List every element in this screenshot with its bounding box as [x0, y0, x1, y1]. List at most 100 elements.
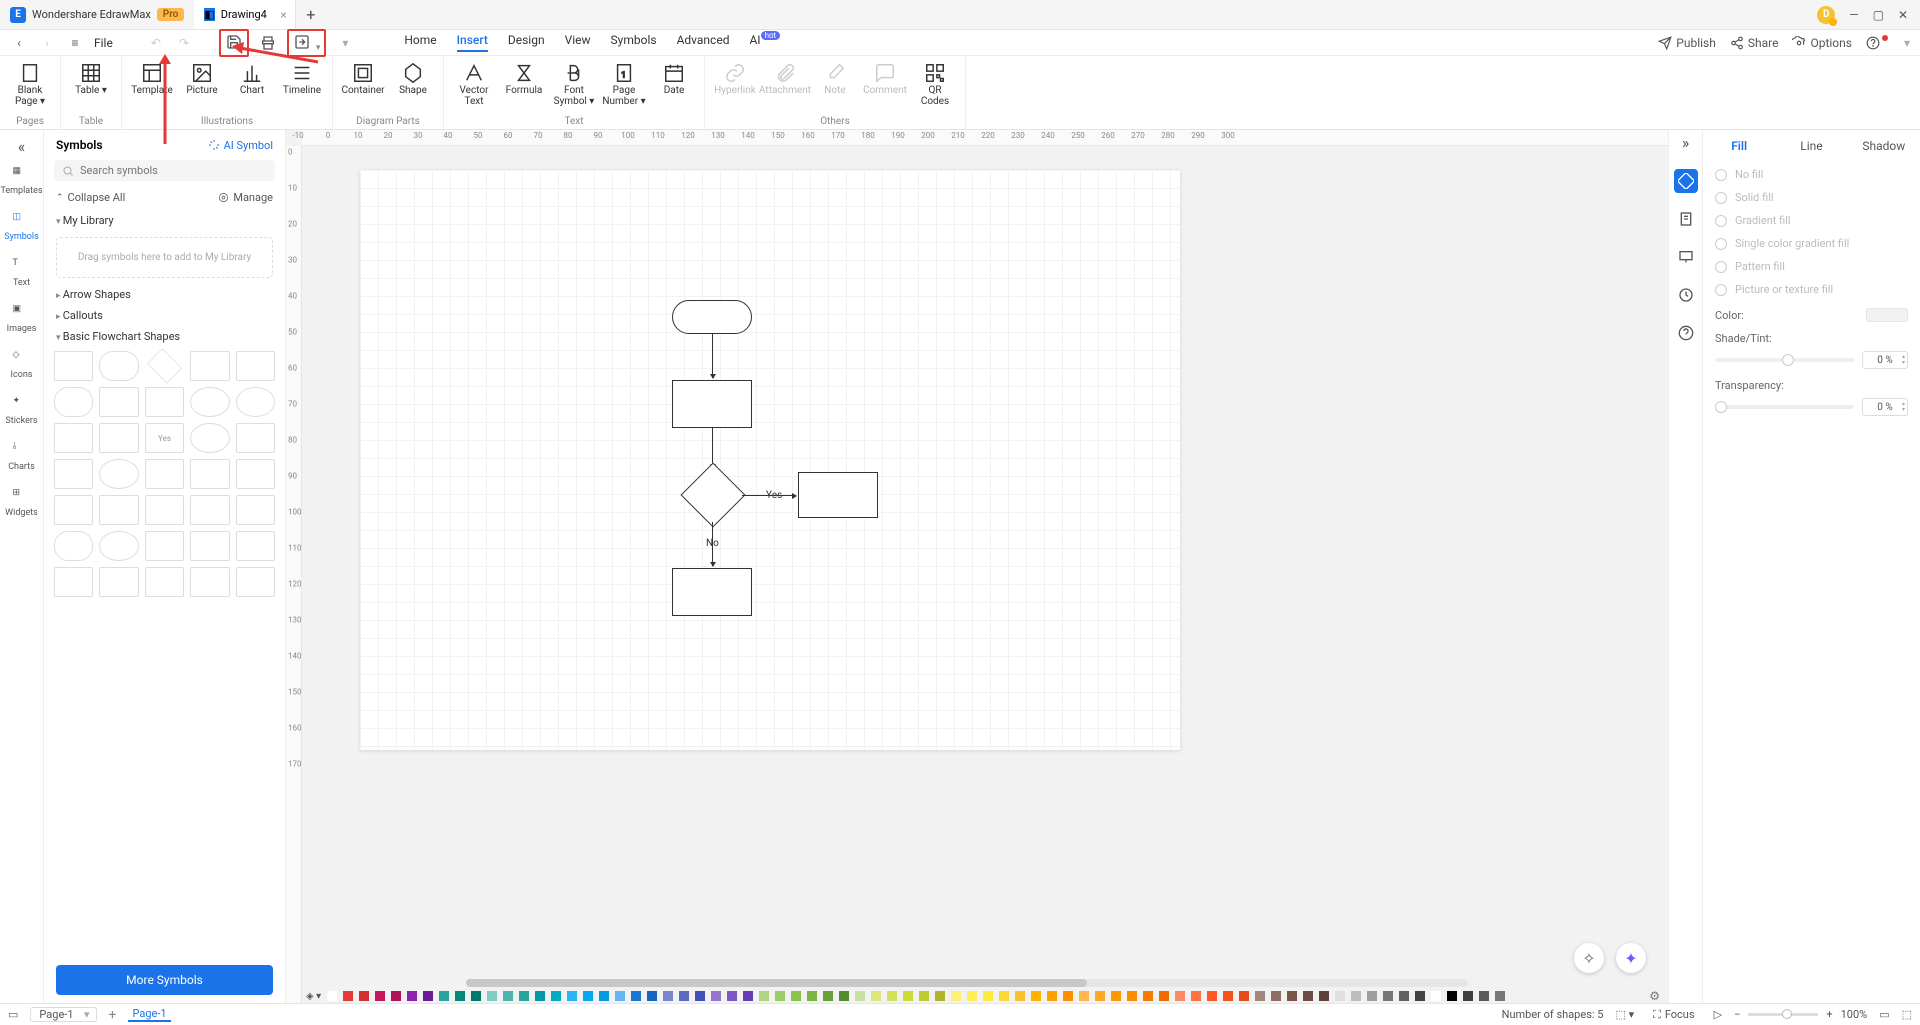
- palette-color[interactable]: [1415, 991, 1425, 1001]
- app-tab[interactable]: E Wondershare EdrawMax Pro: [0, 0, 194, 29]
- palette-color[interactable]: [1447, 991, 1457, 1001]
- collapse-all-button[interactable]: ⌃Collapse All: [56, 191, 125, 204]
- shape-process-right[interactable]: [798, 472, 878, 518]
- palette-color[interactable]: [503, 991, 513, 1001]
- symbol-search[interactable]: [54, 160, 275, 181]
- shape-process-1[interactable]: [672, 380, 752, 428]
- palette-color[interactable]: [1399, 991, 1409, 1001]
- new-tab-button[interactable]: +: [296, 5, 326, 24]
- palette-color[interactable]: [1319, 991, 1329, 1001]
- right-tab-style[interactable]: [1674, 169, 1698, 193]
- palette-color[interactable]: [1255, 991, 1265, 1001]
- tab-home[interactable]: Home: [404, 33, 436, 52]
- chevron-down-icon[interactable]: ▾: [1904, 36, 1910, 50]
- palette-color[interactable]: [583, 991, 593, 1001]
- zoom-slider[interactable]: [1748, 1013, 1818, 1016]
- user-avatar[interactable]: D: [1817, 6, 1835, 24]
- tab-insert[interactable]: Insert: [457, 33, 488, 52]
- ribbon-timeline[interactable]: Timeline: [278, 60, 326, 97]
- horizontal-scrollbar[interactable]: [466, 979, 1468, 987]
- file-menu[interactable]: File: [94, 36, 113, 50]
- palette-color[interactable]: [567, 991, 577, 1001]
- palette-color[interactable]: [423, 991, 433, 1001]
- rail-charts[interactable]: ⫰Charts: [0, 436, 43, 478]
- shade-slider[interactable]: [1715, 358, 1854, 362]
- palette-color[interactable]: [327, 991, 337, 1001]
- rail-stickers[interactable]: ✦Stickers: [0, 390, 43, 432]
- palette-color[interactable]: [1351, 991, 1361, 1001]
- symbol-cell[interactable]: [145, 459, 184, 489]
- section-my-library[interactable]: My Library: [44, 210, 285, 231]
- palette-color[interactable]: [535, 991, 545, 1001]
- ribbon-container[interactable]: Container: [339, 60, 387, 97]
- palette-color[interactable]: [471, 991, 481, 1001]
- manage-button[interactable]: Manage: [218, 191, 273, 204]
- save-button-highlighted[interactable]: [219, 29, 249, 57]
- prop-tab-shadow[interactable]: Shadow: [1848, 139, 1920, 153]
- ribbon-font-symbol[interactable]: FontSymbol ▾: [550, 60, 598, 107]
- rail-icons[interactable]: ◇Icons: [0, 344, 43, 386]
- symbol-cell[interactable]: [190, 459, 229, 489]
- symbol-cell[interactable]: [99, 567, 138, 597]
- section-callouts[interactable]: Callouts: [44, 305, 285, 326]
- palette-color[interactable]: [343, 991, 353, 1001]
- play-icon[interactable]: ▷: [1714, 1008, 1722, 1021]
- section-arrow-shapes[interactable]: Arrow Shapes: [44, 284, 285, 305]
- palette-color[interactable]: [1287, 991, 1297, 1001]
- palette-color[interactable]: [807, 991, 817, 1001]
- undo-icon[interactable]: ↶: [147, 34, 165, 52]
- symbol-cell[interactable]: [99, 495, 138, 525]
- symbol-cell[interactable]: [236, 351, 275, 381]
- palette-color[interactable]: [775, 991, 785, 1001]
- symbol-cell[interactable]: [236, 459, 275, 489]
- palette-color[interactable]: [615, 991, 625, 1001]
- ribbon-page-number[interactable]: 1PageNumber ▾: [600, 60, 648, 107]
- close-tab-icon[interactable]: ×: [280, 8, 286, 22]
- ribbon-qr-codes[interactable]: QRCodes: [911, 60, 959, 107]
- palette-color[interactable]: [1143, 991, 1153, 1001]
- connector[interactable]: [742, 495, 796, 496]
- fill-option-solid-fill[interactable]: Solid fill: [1715, 191, 1908, 204]
- tab-ai[interactable]: AIhot: [749, 33, 780, 52]
- redo-icon[interactable]: ↷: [175, 34, 193, 52]
- expand-right-icon[interactable]: «: [1682, 136, 1690, 155]
- tab-design[interactable]: Design: [508, 33, 545, 52]
- print-icon[interactable]: [259, 34, 277, 52]
- menu-icon[interactable]: ≡: [66, 34, 84, 52]
- add-page-button[interactable]: +: [109, 1007, 117, 1023]
- focus-button[interactable]: ⛶ Focus: [1646, 1007, 1701, 1023]
- symbol-cell[interactable]: [147, 348, 182, 383]
- layers-icon[interactable]: ⬚ ▾: [1615, 1008, 1634, 1021]
- fill-option-gradient-fill[interactable]: Gradient fill: [1715, 214, 1908, 227]
- palette-color[interactable]: [711, 991, 721, 1001]
- transparency-value[interactable]: 0 %: [1862, 398, 1908, 416]
- symbol-cell[interactable]: [145, 387, 184, 417]
- palette-color[interactable]: [727, 991, 737, 1001]
- my-library-dropzone[interactable]: Drag symbols here to add to My Library: [56, 237, 273, 278]
- palette-color[interactable]: [1479, 991, 1489, 1001]
- share-button[interactable]: Share: [1730, 36, 1779, 50]
- ribbon-picture[interactable]: Picture: [178, 60, 226, 97]
- symbol-cell[interactable]: [54, 495, 93, 525]
- symbol-cell[interactable]: [145, 495, 184, 525]
- symbol-cell[interactable]: [99, 351, 138, 381]
- tab-symbols[interactable]: Symbols: [611, 33, 657, 52]
- right-tab-help[interactable]: [1674, 321, 1698, 345]
- palette-color[interactable]: [1175, 991, 1185, 1001]
- palette-color[interactable]: [519, 991, 529, 1001]
- palette-color[interactable]: [839, 991, 849, 1001]
- page-tab[interactable]: Page-1: [128, 1007, 170, 1022]
- symbol-cell[interactable]: [99, 423, 138, 453]
- ribbon-vector-text[interactable]: VectorText: [450, 60, 498, 107]
- help-button[interactable]: [1866, 36, 1890, 50]
- palette-color[interactable]: [551, 991, 561, 1001]
- document-tab[interactable]: ◧ Drawing4 ×: [194, 0, 296, 29]
- right-tab-page[interactable]: [1674, 207, 1698, 231]
- rail-symbols[interactable]: ◫Symbols: [0, 206, 43, 248]
- ai-symbol-button[interactable]: AI Symbol: [208, 139, 273, 152]
- connector[interactable]: [712, 334, 713, 378]
- fill-option-no-fill[interactable]: No fill: [1715, 168, 1908, 181]
- ribbon-date[interactable]: Date: [650, 60, 698, 97]
- palette-color[interactable]: [1463, 991, 1473, 1001]
- more-symbols-button[interactable]: More Symbols: [56, 965, 273, 995]
